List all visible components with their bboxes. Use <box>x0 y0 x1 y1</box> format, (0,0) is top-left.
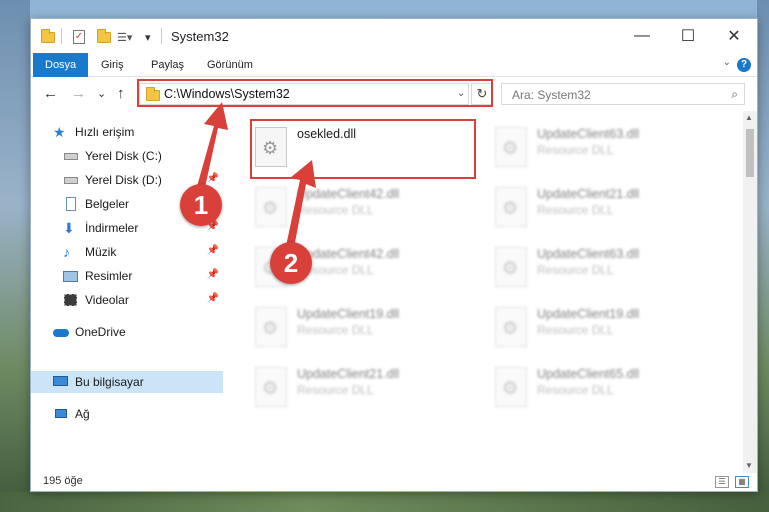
annotation-arrows <box>196 102 316 248</box>
step-2-badge: 2 <box>270 242 312 284</box>
arrow-2 <box>286 160 316 248</box>
step-1-badge: 1 <box>180 184 222 226</box>
arrow-1 <box>196 102 228 192</box>
